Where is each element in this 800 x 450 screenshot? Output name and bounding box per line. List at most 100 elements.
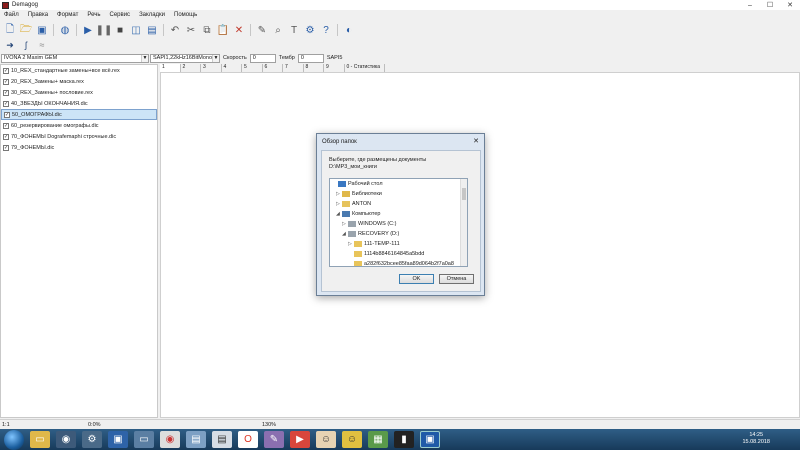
wave-icon[interactable]: ≈ (35, 40, 49, 51)
paint-app-icon[interactable]: ✎ (264, 431, 284, 448)
find-icon[interactable]: ⌕ (271, 23, 285, 37)
edit-icon[interactable]: ✎ (255, 23, 269, 37)
list-item[interactable]: ✓ 79_ФОНЕМЫ.dic (1, 142, 157, 153)
scrollbar-thumb[interactable] (462, 188, 466, 200)
ok-button[interactable]: OK (399, 274, 434, 284)
folder-tree[interactable]: Рабочий стол ▷ Библиотеки ▷ ANTON ◢ Комп… (329, 178, 468, 267)
function-icon[interactable]: ʃ (19, 40, 33, 51)
list-item[interactable]: ✓ 60_резервирование омографы.dic (1, 120, 157, 131)
tree-node[interactable]: Рабочий стол (330, 179, 467, 189)
monitor-app-icon[interactable]: ▭ (134, 431, 154, 448)
copy-icon[interactable]: ⧉ (200, 23, 214, 37)
menu-file[interactable]: Файл (4, 12, 19, 18)
menu-help[interactable]: Помощь (174, 12, 197, 18)
list-item[interactable]: ✓ 20_REX_Замены+ маска.rex (1, 76, 157, 87)
pitch-input[interactable]: 0 (297, 53, 324, 63)
start-button[interactable] (4, 429, 24, 450)
help-icon[interactable]: ? (319, 23, 333, 37)
tab-statistics[interactable]: 0 - Статистика (345, 64, 385, 72)
document-app-icon[interactable]: ▤ (186, 431, 206, 448)
menu-bookmarks[interactable]: Закладки (139, 12, 165, 18)
list-item[interactable]: ✓ 40_ЗВЕЗДЫ ОКОНЧАНИЯ.dic (1, 98, 157, 109)
minimize-button[interactable]: – (740, 0, 760, 10)
globe-icon[interactable]: ◍ (58, 23, 72, 37)
chrome-icon[interactable]: ◉ (160, 431, 180, 448)
tree-node[interactable]: ◢ Компьютер (330, 209, 467, 219)
tree-node[interactable]: ▷ WINDOWS (C:) (330, 219, 467, 229)
explorer-icon[interactable]: ▭ (30, 431, 50, 448)
tab-7[interactable]: 7 (283, 64, 304, 72)
checkbox[interactable]: ✓ (3, 133, 9, 140)
tab-1[interactable]: 1 (160, 64, 181, 72)
arrow-icon[interactable]: ➜ (3, 40, 17, 51)
chevron-down-icon[interactable]: ▼ (141, 54, 148, 62)
media-app-icon[interactable]: ▶ (290, 431, 310, 448)
undo-icon[interactable]: ↶ (168, 23, 182, 37)
text-icon[interactable]: T (287, 23, 301, 37)
tab-5[interactable]: 5 (242, 64, 263, 72)
terminal-app-icon[interactable]: ▮ (394, 431, 414, 448)
paste-icon[interactable]: 📋 (216, 23, 230, 37)
checkbox[interactable]: ✓ (4, 111, 10, 118)
document-app-icon-2[interactable]: ▤ (212, 431, 232, 448)
chevron-down-icon[interactable]: ▼ (212, 54, 219, 62)
checkbox[interactable]: ✓ (3, 67, 9, 74)
menu-edit[interactable]: Правка (28, 12, 48, 18)
tab-2[interactable]: 2 (181, 64, 201, 72)
book-icon[interactable]: ▤ (145, 23, 159, 37)
pause-icon[interactable]: ❚❚ (96, 23, 113, 37)
tree-node[interactable]: ▷ Библиотеки (330, 189, 467, 199)
tab-3[interactable]: 3 (201, 64, 222, 72)
new-file-icon[interactable]: 🗋 (3, 23, 17, 37)
play-icon[interactable]: ▶ (81, 23, 95, 37)
list-item[interactable]: ✓ 10_REX_стандартные замены+все всё.rex (1, 65, 157, 76)
tab-9[interactable]: 9 (324, 64, 345, 72)
image-app-icon[interactable]: ☺ (316, 431, 336, 448)
voice-select[interactable]: IVONA 2 Maxim GEM ▼ (1, 53, 149, 63)
utility-icon[interactable]: ⚙ (82, 431, 102, 448)
cancel-button[interactable]: Отмена (439, 274, 474, 284)
tab-8[interactable]: 8 (304, 64, 324, 72)
tab-4[interactable]: 4 (222, 64, 242, 72)
open-folder-icon[interactable]: 🗁 (19, 23, 33, 37)
settings-icon[interactable]: ⚙ (303, 23, 317, 37)
record-icon[interactable]: ◫ (129, 23, 143, 37)
checkbox[interactable]: ✓ (3, 122, 9, 129)
smiley-app-icon[interactable]: ☺ (342, 431, 362, 448)
tree-node[interactable]: ▷ ANTON (330, 199, 467, 209)
demagog-app-icon[interactable]: ▣ (420, 431, 440, 448)
tree-node[interactable]: ▷ 111-TEMP-111 (330, 239, 467, 249)
list-item-label: 60_резервирование омографы.dic (11, 122, 99, 129)
lock-app-icon[interactable]: ◉ (56, 431, 76, 448)
checkbox[interactable]: ✓ (3, 144, 9, 151)
menu-speech[interactable]: Речь (87, 12, 100, 18)
internet-icon[interactable]: ◐ (342, 23, 356, 37)
chart-app-icon[interactable]: ▦ (368, 431, 388, 448)
menu-format[interactable]: Формат (57, 12, 78, 18)
dialog-close-icon[interactable]: ✕ (471, 137, 481, 145)
save-icon[interactable]: ▣ (35, 23, 49, 37)
format-select[interactable]: SAPI1,22kHz16BitMono... ▼ (150, 53, 220, 63)
opera-icon[interactable]: O (238, 431, 258, 448)
list-item-selected[interactable]: ✓ 50_ОМОГРАФЫ.dic (1, 109, 157, 120)
system-clock[interactable]: 14:25 15.08.2018 (742, 432, 770, 446)
menu-service[interactable]: Сервис (110, 12, 131, 18)
checkbox[interactable]: ✓ (3, 78, 9, 85)
checkbox[interactable]: ✓ (3, 100, 9, 107)
save-app-icon[interactable]: ▣ (108, 431, 128, 448)
stop-icon[interactable]: ■ (113, 23, 127, 37)
maximize-button[interactable]: ☐ (760, 0, 780, 10)
tree-node[interactable]: a282f632bcee85faa89d064b2f7a0a8 (330, 259, 467, 266)
list-item[interactable]: ✓ 70_ФОНЕМЫ Dografemaphi строчные.dic (1, 131, 157, 142)
dictionary-list[interactable]: ✓ 10_REX_стандартные замены+все всё.rex ✓… (0, 64, 158, 418)
tree-node[interactable]: 1114b8846164845a5bdd (330, 249, 467, 259)
cut-icon[interactable]: ✂ (184, 23, 198, 37)
tab-6[interactable]: 6 (263, 64, 283, 72)
tree-scrollbar[interactable] (460, 179, 467, 266)
checkbox[interactable]: ✓ (3, 89, 9, 96)
close-button[interactable]: ✕ (780, 0, 800, 10)
speed-input[interactable]: 0 (249, 53, 276, 63)
delete-icon[interactable]: ✕ (232, 23, 246, 37)
list-item[interactable]: ✓ 30_REX_Замены+ пословие.rex (1, 87, 157, 98)
tree-node[interactable]: ◢ RECOVERY (D:) (330, 229, 467, 239)
